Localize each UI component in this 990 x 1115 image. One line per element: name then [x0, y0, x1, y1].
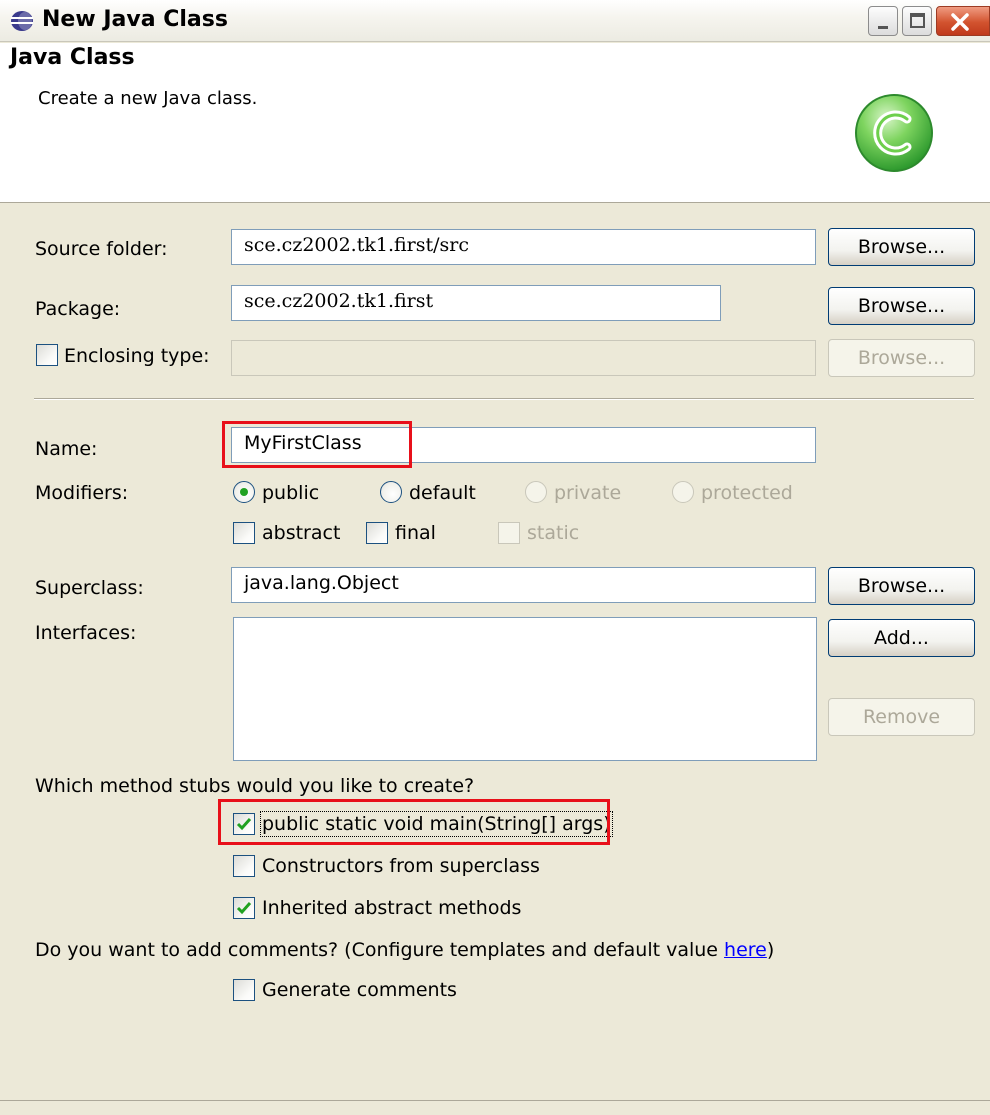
checkmark-icon [236, 902, 252, 915]
abstract-checkbox-label: abstract [262, 522, 341, 544]
private-radio [525, 481, 547, 503]
method-stubs-question: Which method stubs would you like to cre… [35, 775, 475, 797]
enclosing-type-field [231, 340, 816, 376]
radio-selected-dot [240, 488, 248, 496]
final-checkbox-label: final [395, 522, 436, 544]
title-bar[interactable]: New Java Class [0, 0, 990, 42]
modifiers-label: Modifiers: [35, 482, 129, 504]
final-checkbox[interactable] [366, 522, 388, 544]
superclass-label: Superclass: [35, 577, 144, 599]
interfaces-label: Interfaces: [35, 622, 137, 644]
package-field[interactable]: sce.cz2002.tk1.first [231, 285, 721, 321]
package-browse-button[interactable]: Browse... [828, 287, 975, 325]
default-radio[interactable] [380, 481, 402, 503]
inherited-abstract-label: Inherited abstract methods [262, 897, 522, 919]
abstract-checkbox[interactable] [233, 522, 255, 544]
separator [34, 398, 974, 400]
minimize-icon [878, 26, 888, 29]
protected-radio-label: protected [701, 482, 793, 504]
private-radio-label: private [554, 482, 622, 504]
templates-here-link[interactable]: here [724, 939, 767, 961]
banner-description: Create a new Java class. [38, 88, 258, 109]
default-radio-label: default [409, 482, 476, 504]
source-folder-browse-button[interactable]: Browse... [828, 228, 975, 266]
package-label: Package: [35, 298, 121, 320]
add-interface-button[interactable]: Add... [828, 619, 975, 657]
generate-comments-checkbox[interactable] [233, 979, 255, 1001]
source-folder-label: Source folder: [35, 238, 168, 260]
generate-comments-label: Generate comments [262, 979, 457, 1001]
java-class-logo-icon [855, 94, 933, 172]
constructors-label: Constructors from superclass [262, 855, 540, 877]
maximize-icon [910, 13, 925, 28]
enclosing-type-checkbox[interactable] [36, 344, 58, 366]
source-folder-field[interactable]: sce.cz2002.tk1.first/src [231, 229, 816, 265]
name-highlight-box [222, 421, 412, 468]
wizard-banner [0, 43, 990, 203]
enclosing-type-label: Enclosing type: [64, 345, 210, 367]
comments-question-suffix: ) [766, 939, 775, 961]
name-label: Name: [35, 438, 98, 460]
comments-question: Do you want to add comments? (Configure … [35, 939, 774, 961]
minimize-button[interactable] [868, 6, 898, 36]
main-method-highlight-box [218, 799, 610, 845]
static-checkbox [498, 522, 520, 544]
public-radio[interactable] [233, 481, 255, 503]
public-radio-label: public [262, 482, 320, 504]
eclipse-icon [11, 11, 33, 31]
superclass-browse-button[interactable]: Browse... [828, 567, 975, 605]
constructors-checkbox[interactable] [233, 855, 255, 877]
close-button[interactable] [936, 6, 990, 36]
enclosing-type-browse-button: Browse... [828, 339, 975, 377]
maximize-button[interactable] [902, 6, 932, 36]
superclass-field[interactable]: java.lang.Object [231, 567, 816, 603]
comments-question-text: Do you want to add comments? (Configure … [35, 939, 725, 961]
interfaces-list[interactable] [233, 617, 817, 761]
inherited-abstract-checkbox[interactable] [233, 897, 255, 919]
close-icon [951, 13, 969, 31]
protected-radio [672, 481, 694, 503]
window-title: New Java Class [42, 7, 228, 32]
static-checkbox-label: static [527, 522, 580, 544]
footer-separator [0, 1100, 990, 1115]
remove-interface-button: Remove [828, 698, 975, 736]
banner-title: Java Class [10, 45, 135, 70]
